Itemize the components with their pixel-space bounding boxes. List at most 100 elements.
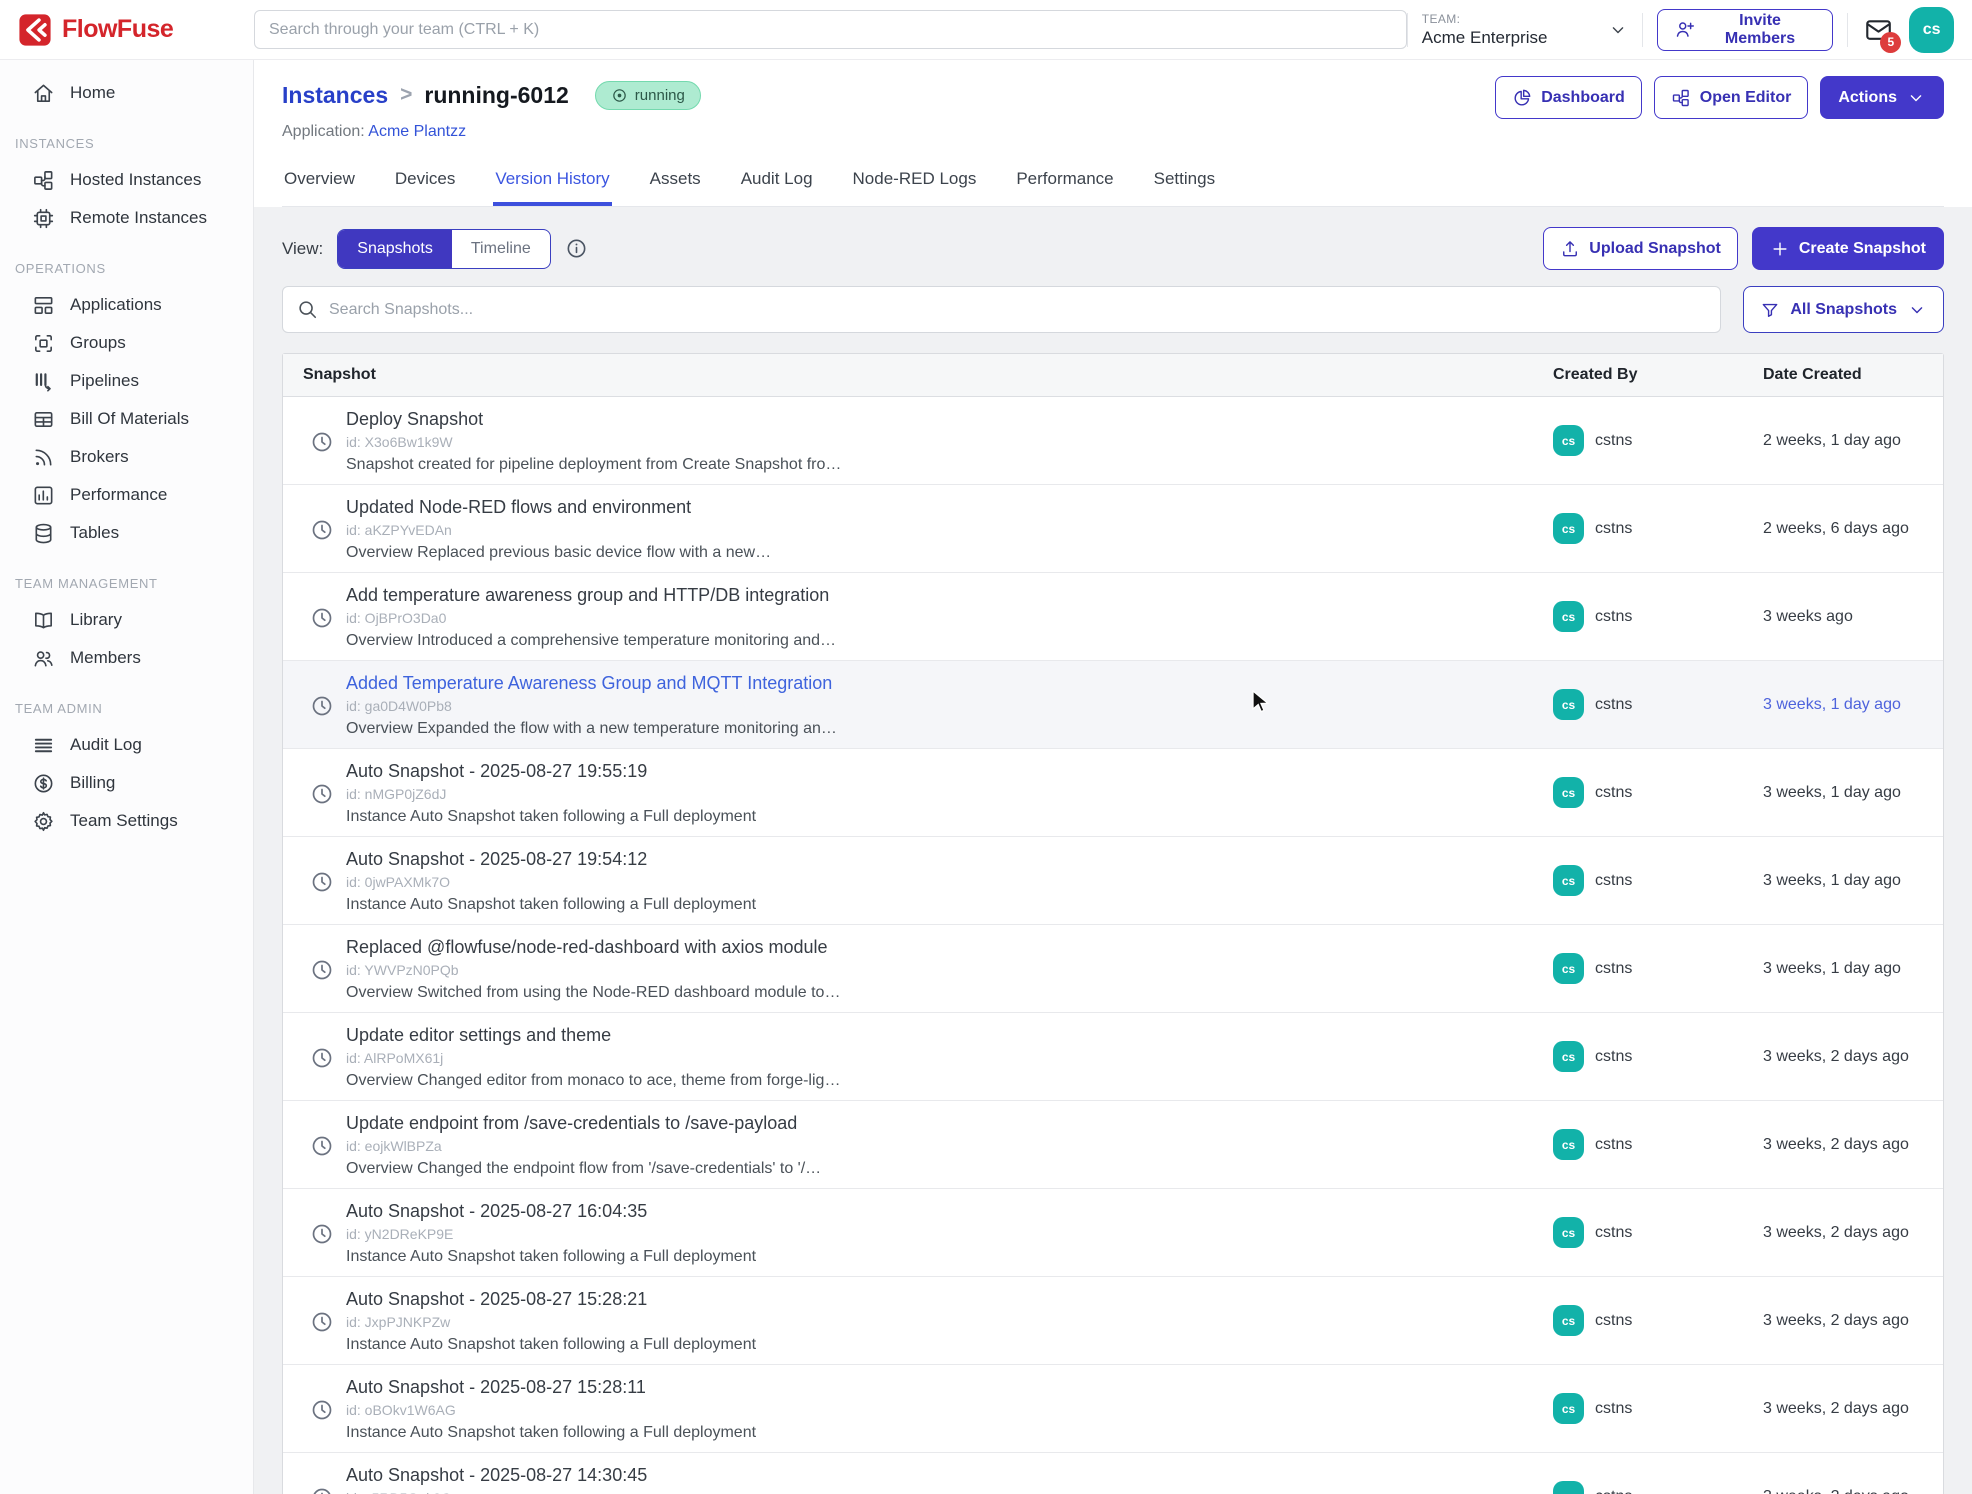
open-editor-button[interactable]: Open Editor	[1654, 76, 1809, 119]
table-row[interactable]: Deploy Snapshot id: X3o6Bw1k9W Snapshot …	[283, 397, 1943, 484]
sidebar-section-operations: OPERATIONS	[0, 261, 253, 276]
view-toggle-snapshots[interactable]: Snapshots	[338, 230, 452, 268]
snapshot-title[interactable]: Update endpoint from /save-credentials t…	[346, 1112, 821, 1135]
tab-performance[interactable]: Performance	[1014, 159, 1115, 206]
table-row[interactable]: Added Temperature Awareness Group and MQ…	[283, 660, 1943, 748]
snapshot-id: id: nMGP0jZ6dJ	[346, 785, 756, 803]
table-row[interactable]: Auto Snapshot - 2025-08-27 16:04:35 id: …	[283, 1188, 1943, 1276]
sidebar-item-label: Remote Instances	[70, 208, 207, 228]
snapshot-title[interactable]: Add temperature awareness group and HTTP…	[346, 584, 836, 607]
table-row[interactable]: Update editor settings and theme id: AlR…	[283, 1012, 1943, 1100]
editor-nodes-icon	[1671, 88, 1691, 108]
team-selector[interactable]: TEAM: Acme Enterprise	[1422, 12, 1628, 48]
tab-bar: Overview Devices Version History Assets Audi…	[282, 159, 1944, 207]
sidebar-item-hosted-instances[interactable]: Hosted Instances	[0, 161, 253, 199]
snapshot-filter-button[interactable]: All Snapshots	[1743, 286, 1944, 333]
status-badge: running	[595, 81, 701, 110]
sidebar-item-home[interactable]: Home	[0, 74, 253, 112]
view-toggle-timeline[interactable]: Timeline	[452, 230, 550, 268]
sidebar-item-bill-of-materials[interactable]: Bill Of Materials	[0, 400, 253, 438]
sidebar-item-remote-instances[interactable]: Remote Instances	[0, 199, 253, 237]
sidebar-item-groups[interactable]: Groups	[0, 324, 253, 362]
version-history-content: View: Snapshots Timeline Upload Snapshot…	[254, 207, 1972, 1494]
date-created: 3 weeks, 2 days ago	[1763, 1400, 1943, 1418]
flowfuse-logo-icon	[18, 13, 52, 47]
table-row[interactable]: Auto Snapshot - 2025-08-27 14:30:45 id: …	[283, 1452, 1943, 1494]
sidebar-item-label: Home	[70, 83, 115, 103]
table-row[interactable]: Auto Snapshot - 2025-08-27 19:54:12 id: …	[283, 836, 1943, 924]
table-row[interactable]: Updated Node-RED flows and environment i…	[283, 484, 1943, 572]
instance-name: running-6012	[424, 82, 568, 109]
clock-icon	[310, 1222, 334, 1246]
table-row[interactable]: Replaced @flowfuse/node-red-dashboard wi…	[283, 924, 1943, 1012]
snapshot-title[interactable]: Auto Snapshot - 2025-08-27 15:28:11	[346, 1376, 756, 1399]
snapshot-title[interactable]: Auto Snapshot - 2025-08-27 14:30:45	[346, 1464, 756, 1487]
avatar: cs	[1553, 425, 1584, 456]
snapshot-description: Instance Auto Snapshot taken following a…	[346, 895, 756, 915]
notifications-button[interactable]: 5	[1862, 15, 1895, 45]
tab-version-history[interactable]: Version History	[493, 159, 611, 206]
snapshot-description: Overview Changed editor from monaco to a…	[346, 1071, 840, 1091]
tab-devices[interactable]: Devices	[393, 159, 457, 206]
sidebar-item-audit-log[interactable]: Audit Log	[0, 726, 253, 764]
date-created: 2 weeks, 6 days ago	[1763, 520, 1943, 538]
snapshot-title[interactable]: Auto Snapshot - 2025-08-27 16:04:35	[346, 1200, 756, 1223]
sidebar-item-label: Hosted Instances	[70, 170, 201, 190]
created-by-name: cstns	[1595, 696, 1632, 714]
snapshot-description: Overview Introduced a comprehensive temp…	[346, 631, 836, 651]
snapshot-id: id: 0jwPAXMk7O	[346, 873, 756, 891]
invite-members-button[interactable]: Invite Members	[1657, 9, 1833, 51]
tab-settings[interactable]: Settings	[1152, 159, 1217, 206]
column-header-date-created: Date Created	[1763, 366, 1943, 384]
clock-icon	[310, 1134, 334, 1158]
tab-overview[interactable]: Overview	[282, 159, 357, 206]
search-snapshots-input[interactable]	[282, 286, 1721, 333]
sidebar-item-label: Applications	[70, 295, 162, 315]
sidebar-item-members[interactable]: Members	[0, 639, 253, 677]
snapshot-id: id: ga0D4W0Pb8	[346, 697, 837, 715]
snapshot-title[interactable]: Added Temperature Awareness Group and MQ…	[346, 672, 837, 695]
sidebar-item-applications[interactable]: Applications	[0, 286, 253, 324]
table-row[interactable]: Update endpoint from /save-credentials t…	[283, 1100, 1943, 1188]
snapshot-id: id: OjBPrO3Da0	[346, 609, 836, 627]
sidebar-item-billing[interactable]: Billing	[0, 764, 253, 802]
snapshot-title[interactable]: Update editor settings and theme	[346, 1024, 840, 1047]
user-avatar[interactable]: cs	[1909, 7, 1954, 53]
actions-button[interactable]: Actions	[1820, 76, 1944, 119]
snapshot-title[interactable]: Deploy Snapshot	[346, 408, 841, 431]
sidebar-item-brokers[interactable]: Brokers	[0, 438, 253, 476]
snapshot-title[interactable]: Replaced @flowfuse/node-red-dashboard wi…	[346, 936, 840, 959]
dashboard-button[interactable]: Dashboard	[1495, 76, 1642, 119]
snapshot-description: Snapshot created for pipeline deployment…	[346, 455, 841, 475]
tab-audit-log[interactable]: Audit Log	[739, 159, 815, 206]
table-row[interactable]: Add temperature awareness group and HTTP…	[283, 572, 1943, 660]
snapshot-title[interactable]: Auto Snapshot - 2025-08-27 19:54:12	[346, 848, 756, 871]
application-link[interactable]: Acme Plantzz	[368, 123, 466, 140]
plus-icon	[1770, 239, 1790, 259]
page-header: Instances > running-6012 running Dashboa…	[254, 60, 1972, 207]
tab-node-red-logs[interactable]: Node-RED Logs	[851, 159, 979, 206]
sidebar-item-library[interactable]: Library	[0, 601, 253, 639]
table-row[interactable]: Auto Snapshot - 2025-08-27 19:55:19 id: …	[283, 748, 1943, 836]
table-row[interactable]: Auto Snapshot - 2025-08-27 15:28:11 id: …	[283, 1364, 1943, 1452]
snapshot-title[interactable]: Auto Snapshot - 2025-08-27 15:28:21	[346, 1288, 756, 1311]
sidebar-item-team-settings[interactable]: Team Settings	[0, 802, 253, 840]
sidebar-item-performance[interactable]: Performance	[0, 476, 253, 514]
tab-assets[interactable]: Assets	[648, 159, 703, 206]
info-icon[interactable]	[565, 237, 588, 260]
sidebar: Home INSTANCES Hosted Instances Remote I…	[0, 60, 254, 1494]
snapshot-title[interactable]: Auto Snapshot - 2025-08-27 19:55:19	[346, 760, 756, 783]
create-snapshot-button[interactable]: Create Snapshot	[1752, 227, 1944, 270]
sidebar-section-instances: INSTANCES	[0, 136, 253, 151]
table-row[interactable]: Auto Snapshot - 2025-08-27 15:28:21 id: …	[283, 1276, 1943, 1364]
snapshot-title[interactable]: Updated Node-RED flows and environment	[346, 496, 771, 519]
sidebar-item-pipelines[interactable]: Pipelines	[0, 362, 253, 400]
sidebar-item-tables[interactable]: Tables	[0, 514, 253, 552]
snapshot-description: Instance Auto Snapshot taken following a…	[346, 807, 756, 827]
global-search-input[interactable]	[254, 10, 1407, 49]
breadcrumb-instances-link[interactable]: Instances	[282, 82, 388, 109]
snapshot-description: Overview Replaced previous basic device …	[346, 543, 771, 563]
upload-snapshot-button[interactable]: Upload Snapshot	[1543, 227, 1738, 270]
flowfuse-logo[interactable]: FlowFuse	[18, 13, 254, 47]
divider	[1847, 13, 1848, 47]
